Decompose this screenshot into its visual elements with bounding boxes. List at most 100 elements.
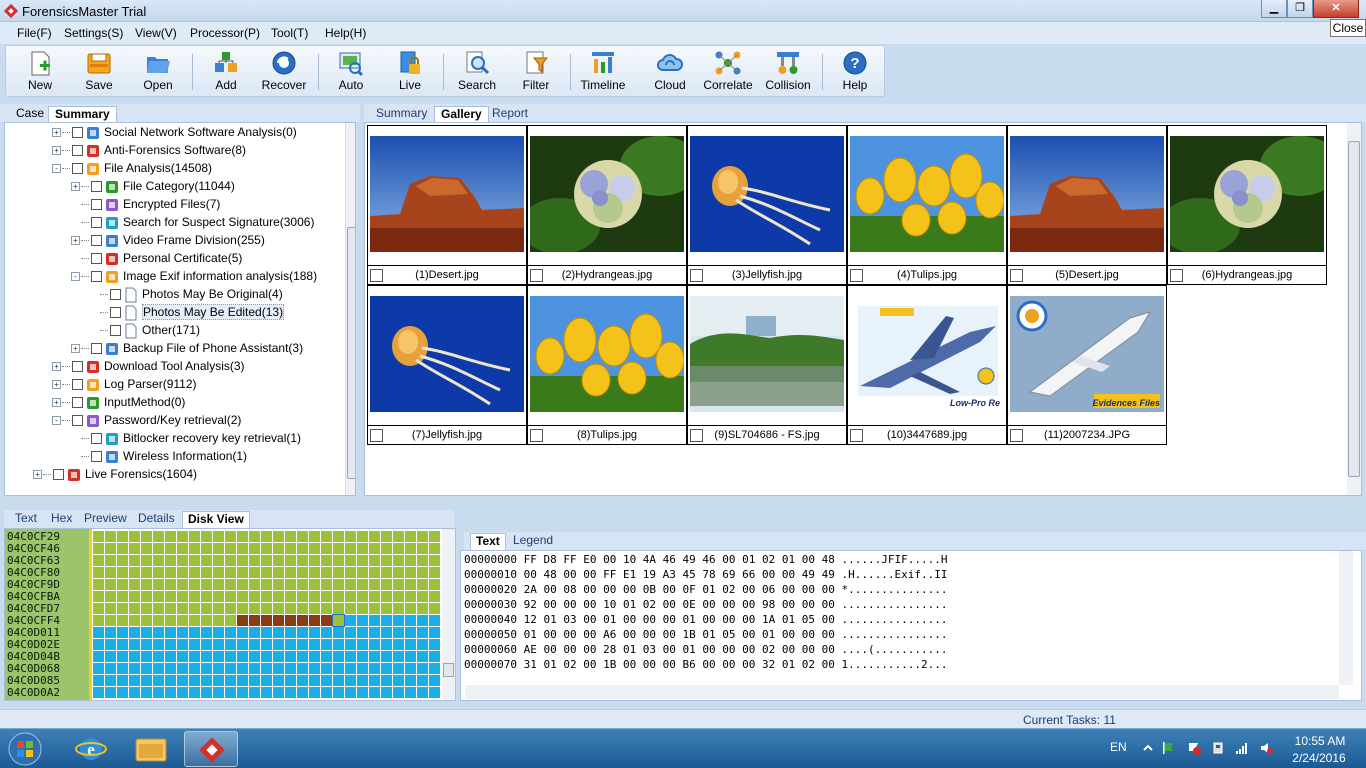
tree-expander-icon[interactable]: +	[33, 470, 42, 480]
disk-sector[interactable]	[369, 555, 380, 566]
tree-checkbox[interactable]	[72, 397, 83, 409]
tree-checkbox[interactable]	[91, 181, 102, 193]
disk-sector[interactable]	[93, 627, 104, 638]
tree-checkbox[interactable]	[72, 415, 83, 427]
disk-sector[interactable]	[285, 687, 296, 698]
jellyfish-thumbnail[interactable]	[370, 296, 524, 412]
disk-sector[interactable]	[129, 627, 140, 638]
disk-sector[interactable]	[153, 651, 164, 662]
disk-sector[interactable]	[273, 555, 284, 566]
disk-sector[interactable]	[225, 579, 236, 590]
disk-sector[interactable]	[273, 543, 284, 554]
disk-sector[interactable]	[417, 663, 428, 674]
gallery-item[interactable]: Evidences Files (11)2007234.JPG	[1007, 285, 1167, 445]
disk-sector[interactable]	[273, 651, 284, 662]
disk-sector[interactable]	[117, 663, 128, 674]
disk-sector[interactable]	[261, 615, 272, 626]
disk-sector[interactable]	[213, 663, 224, 674]
tree-checkbox[interactable]	[110, 289, 121, 301]
disk-sector[interactable]	[393, 591, 404, 602]
disk-sector[interactable]	[321, 567, 332, 578]
disk-sector[interactable]	[129, 651, 140, 662]
disk-sector[interactable]	[285, 663, 296, 674]
disk-sector[interactable]	[165, 639, 176, 650]
disk-sector[interactable]	[213, 543, 224, 554]
disk-sector[interactable]	[417, 639, 428, 650]
disk-sector[interactable]	[105, 615, 116, 626]
disk-sector[interactable]	[333, 543, 344, 554]
disk-sector[interactable]	[393, 627, 404, 638]
network-signal-icon[interactable]	[1235, 741, 1249, 755]
disk-sector[interactable]	[321, 639, 332, 650]
disk-sector[interactable]	[213, 531, 224, 542]
disk-sector[interactable]	[345, 651, 356, 662]
disk-sector[interactable]	[381, 591, 392, 602]
open-button[interactable]: Open	[129, 46, 187, 96]
auto-button[interactable]: Auto	[322, 46, 380, 96]
disk-sector[interactable]	[93, 639, 104, 650]
taskbar-explorer-button[interactable]	[124, 731, 178, 767]
tree-node[interactable]: + Social Network Software Analysis(0)	[52, 123, 297, 141]
disk-sector[interactable]	[381, 531, 392, 542]
disk-sector[interactable]	[153, 603, 164, 614]
disk-sector[interactable]	[405, 675, 416, 686]
disk-sector[interactable]	[405, 531, 416, 542]
disk-sector[interactable]	[393, 567, 404, 578]
disk-sector[interactable]	[297, 567, 308, 578]
disk-sector[interactable]	[309, 579, 320, 590]
disk-sector[interactable]	[429, 579, 440, 590]
disk-sector[interactable]	[249, 675, 260, 686]
disk-sector[interactable]	[189, 603, 200, 614]
disk-sector[interactable]	[249, 627, 260, 638]
tree-expander-icon[interactable]: +	[52, 128, 61, 138]
disk-sector[interactable]	[213, 675, 224, 686]
disk-sector[interactable]	[393, 663, 404, 674]
tulips-thumbnail[interactable]	[530, 296, 684, 412]
disk-sector[interactable]	[285, 603, 296, 614]
gallery-item[interactable]: (4)Tulips.jpg	[847, 125, 1007, 285]
disk-sector[interactable]	[165, 687, 176, 698]
disk-sector[interactable]	[405, 555, 416, 566]
tab-text[interactable]: Text	[10, 511, 42, 528]
disk-sector[interactable]	[93, 675, 104, 686]
disk-sector[interactable]	[225, 531, 236, 542]
disk-sector[interactable]	[417, 543, 428, 554]
disk-sector[interactable]	[177, 675, 188, 686]
disk-sector[interactable]	[225, 675, 236, 686]
live-button[interactable]: Live	[381, 46, 439, 96]
disk-sector[interactable]	[237, 651, 248, 662]
disk-sector[interactable]	[381, 639, 392, 650]
disk-sector[interactable]	[381, 627, 392, 638]
disk-sector[interactable]	[429, 639, 440, 650]
tab-legend[interactable]: Legend	[508, 533, 558, 550]
tree-node[interactable]: + Video Frame Division(255)	[71, 231, 265, 249]
disk-sector[interactable]	[333, 627, 344, 638]
disk-sector[interactable]	[357, 627, 368, 638]
disk-sector[interactable]	[297, 651, 308, 662]
disk-sector[interactable]	[141, 567, 152, 578]
tree-node[interactable]: Photos May Be Original(4)	[90, 285, 283, 303]
menu-view[interactable]: View(V)	[135, 26, 177, 40]
disk-sector[interactable]	[177, 543, 188, 554]
disk-sector[interactable]	[393, 675, 404, 686]
menu-help[interactable]: Help(H)	[325, 26, 366, 40]
disk-sector[interactable]	[297, 615, 308, 626]
gallery-scrollbar-thumb[interactable]	[1348, 141, 1360, 477]
action-center-flag-icon[interactable]	[1162, 741, 1176, 755]
disk-sector[interactable]	[357, 531, 368, 542]
disk-sector[interactable]	[369, 531, 380, 542]
disk-sector[interactable]	[309, 531, 320, 542]
disk-sector[interactable]	[273, 675, 284, 686]
gallery-item-checkbox[interactable]	[1170, 269, 1183, 282]
disk-sector[interactable]	[213, 651, 224, 662]
hex-horizontal-scrollbar[interactable]	[465, 685, 1339, 699]
disk-sector[interactable]	[201, 651, 212, 662]
tree-scrollbar-thumb[interactable]	[347, 227, 355, 479]
disk-sector[interactable]	[333, 651, 344, 662]
disk-sector[interactable]	[345, 615, 356, 626]
tree-checkbox[interactable]	[91, 271, 102, 283]
minimize-button[interactable]: ▁	[1261, 0, 1287, 18]
disk-sector[interactable]	[285, 591, 296, 602]
disk-sector[interactable]	[285, 615, 296, 626]
disk-sector[interactable]	[237, 663, 248, 674]
